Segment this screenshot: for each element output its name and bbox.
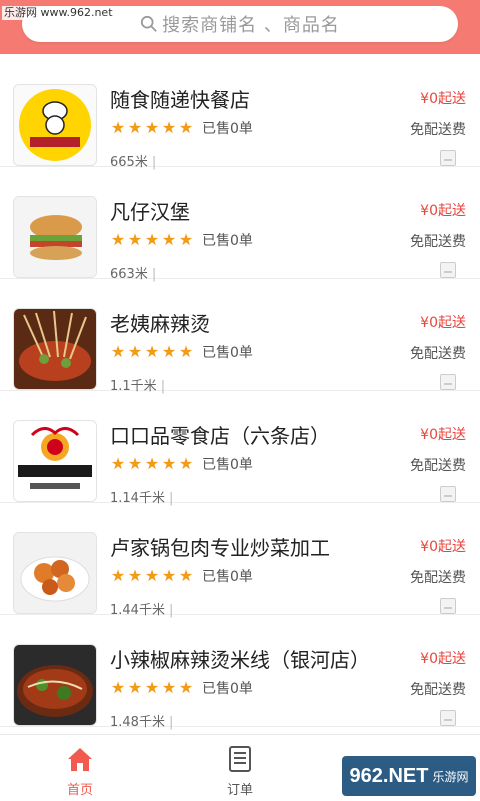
delivery-fee: 免配送费 xyxy=(410,346,466,362)
star-icon: ★ xyxy=(178,230,194,249)
store-name: 小辣椒麻辣烫米线（银河店） xyxy=(110,648,370,672)
store-list: 随食随递快餐店 ★ ★ ★ ★ ★ 已售0单 665米 | ¥0起送 免配送费 凡… xyxy=(0,54,480,734)
star-icon: ★ xyxy=(178,118,194,137)
rating-stars: ★ ★ ★ ★ ★ xyxy=(110,232,194,248)
delivery-fee: 免配送费 xyxy=(410,682,466,698)
min-order: ¥0起送 xyxy=(420,651,466,667)
delivery-fee: 免配送费 xyxy=(410,122,466,138)
star-icon: ★ xyxy=(161,118,177,137)
star-icon: ★ xyxy=(178,566,194,585)
rating-stars: ★ ★ ★ ★ ★ xyxy=(110,120,194,136)
star-icon: ★ xyxy=(110,678,126,697)
star-icon: ★ xyxy=(161,566,177,585)
star-icon: ★ xyxy=(144,230,160,249)
store-row[interactable]: 口口品零食店（六条店） ★ ★ ★ ★ ★ 已售0单 1.14千米 | ¥0起送 … xyxy=(0,390,480,506)
star-icon: ★ xyxy=(161,678,177,697)
store-row[interactable]: 老姨麻辣烫 ★ ★ ★ ★ ★ 已售0单 1.1千米 | ¥0起送 免配送费 xyxy=(0,278,480,394)
star-icon: ★ xyxy=(161,342,177,361)
delivery-fee: 免配送费 xyxy=(410,458,466,474)
watermark-sub: 乐游网 xyxy=(432,769,469,784)
star-icon: ★ xyxy=(127,230,143,249)
store-name: 随食随递快餐店 xyxy=(110,88,250,112)
delivery-fee: 免配送费 xyxy=(410,234,466,250)
star-icon: ★ xyxy=(110,118,126,137)
tab-orders[interactable]: 订单 xyxy=(190,735,290,801)
star-icon: ★ xyxy=(127,342,143,361)
store-thumbnail xyxy=(13,644,97,726)
delivery-fee: 免配送费 xyxy=(410,570,466,586)
store-name: 老姨麻辣烫 xyxy=(110,312,210,336)
star-icon: ★ xyxy=(178,342,194,361)
star-icon: ★ xyxy=(127,118,143,137)
store-row[interactable]: 随食随递快餐店 ★ ★ ★ ★ ★ 已售0单 665米 | ¥0起送 免配送费 xyxy=(0,54,480,170)
star-icon: ★ xyxy=(110,230,126,249)
coupon-icon xyxy=(440,598,456,614)
store-name: 口口品零食店（六条店） xyxy=(110,424,330,448)
coupon-icon xyxy=(440,374,456,390)
min-order: ¥0起送 xyxy=(420,203,466,219)
store-thumbnail xyxy=(13,84,97,166)
star-icon: ★ xyxy=(110,566,126,585)
sold-count: 已售0单 xyxy=(202,457,253,473)
star-icon: ★ xyxy=(127,454,143,473)
star-icon: ★ xyxy=(144,566,160,585)
star-icon: ★ xyxy=(178,678,194,697)
coupon-icon xyxy=(440,710,456,726)
rating-stars: ★ ★ ★ ★ ★ xyxy=(110,344,194,360)
min-order: ¥0起送 xyxy=(420,91,466,107)
order-list-icon xyxy=(229,746,251,772)
star-icon: ★ xyxy=(127,678,143,697)
sold-count: 已售0单 xyxy=(202,569,253,585)
watermark-brand: 962.NET xyxy=(349,764,429,787)
sold-count: 已售0单 xyxy=(202,345,253,361)
sold-count: 已售0单 xyxy=(202,233,253,249)
watermark-top: 乐游网 www.962.net xyxy=(2,6,115,20)
star-icon: ★ xyxy=(127,566,143,585)
star-icon: ★ xyxy=(161,454,177,473)
distance: 1.48千米 | xyxy=(110,715,174,730)
store-thumbnail xyxy=(13,420,97,502)
star-icon: ★ xyxy=(178,454,194,473)
star-icon: ★ xyxy=(110,342,126,361)
distance-value: 1.48千米 xyxy=(110,715,165,730)
star-icon: ★ xyxy=(110,454,126,473)
star-icon: ★ xyxy=(144,454,160,473)
store-row[interactable]: 卢家锅包肉专业炒菜加工 ★ ★ ★ ★ ★ 已售0单 1.44千米 | ¥0起送 … xyxy=(0,502,480,618)
min-order: ¥0起送 xyxy=(420,539,466,555)
store-thumbnail xyxy=(13,532,97,614)
tab-home[interactable]: 首页 xyxy=(30,735,130,801)
watermark-bottom: 962.NET 乐游网 xyxy=(342,756,476,796)
tab-orders-label: 订单 xyxy=(226,783,253,798)
rating-stars: ★ ★ ★ ★ ★ xyxy=(110,568,194,584)
min-order: ¥0起送 xyxy=(420,427,466,443)
search-icon xyxy=(141,15,157,32)
store-row[interactable]: 凡仔汉堡 ★ ★ ★ ★ ★ 已售0单 663米 | ¥0起送 免配送费 xyxy=(0,166,480,282)
store-thumbnail xyxy=(13,308,97,390)
store-name: 凡仔汉堡 xyxy=(110,200,190,224)
rating-stars: ★ ★ ★ ★ ★ xyxy=(110,456,194,472)
store-name: 卢家锅包肉专业炒菜加工 xyxy=(110,536,330,560)
sold-count: 已售0单 xyxy=(202,681,253,697)
star-icon: ★ xyxy=(161,230,177,249)
coupon-icon xyxy=(440,486,456,502)
store-row[interactable]: 小辣椒麻辣烫米线（银河店） ★ ★ ★ ★ ★ 已售0单 1.48千米 | ¥0起… xyxy=(0,614,480,730)
coupon-icon xyxy=(440,262,456,278)
star-icon: ★ xyxy=(144,118,160,137)
sold-count: 已售0单 xyxy=(202,121,253,137)
star-icon: ★ xyxy=(144,678,160,697)
search-placeholder: 搜索商铺名 、商品名 xyxy=(162,15,340,36)
tab-home-label: 首页 xyxy=(66,783,93,798)
min-order: ¥0起送 xyxy=(420,315,466,331)
home-icon xyxy=(68,748,92,771)
top-bar: 搜索商铺名 、商品名 乐游网 www.962.net xyxy=(0,0,480,54)
store-thumbnail xyxy=(13,196,97,278)
rating-stars: ★ ★ ★ ★ ★ xyxy=(110,680,194,696)
star-icon: ★ xyxy=(144,342,160,361)
coupon-icon xyxy=(440,150,456,166)
